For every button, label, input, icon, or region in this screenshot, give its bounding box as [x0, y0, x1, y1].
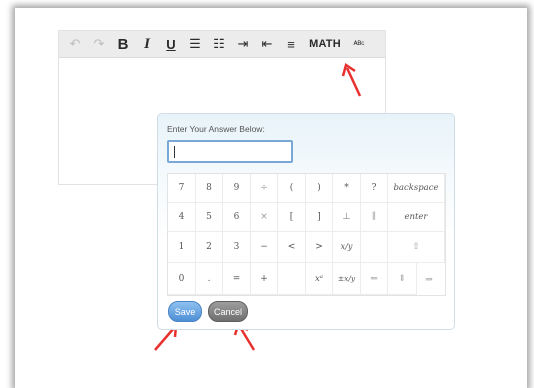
key-open-bracket[interactable]: [ [278, 203, 306, 232]
fraction-glyph: x/y [340, 242, 353, 251]
math-keypad: 7 8 9 ÷ ( ) * ? backspace 4 5 6 × [ ] ⊥ … [167, 173, 446, 296]
key-7[interactable]: 7 [168, 174, 196, 203]
bulleted-list-icon[interactable]: ☰ [183, 31, 207, 57]
redo-icon[interactable]: ↷ [87, 31, 111, 57]
save-button[interactable]: Save [168, 301, 202, 322]
key-3[interactable]: 3 [223, 232, 251, 263]
math-button[interactable]: MATH [303, 31, 347, 57]
key-9[interactable]: 9 [223, 174, 251, 203]
key-empty [278, 263, 306, 295]
key-0[interactable]: 0 [168, 263, 196, 295]
key-enter[interactable]: enter [388, 203, 445, 232]
key-fraction[interactable]: x/y [333, 232, 361, 263]
key-2[interactable]: 2 [196, 232, 223, 263]
key-parallel[interactable]: ∥ [361, 203, 388, 232]
key-exponent[interactable]: xᵃ [306, 263, 333, 295]
key-minus[interactable]: − [251, 232, 278, 263]
undo-icon[interactable]: ↶ [63, 31, 87, 57]
key-8[interactable]: 8 [196, 174, 223, 203]
key-close-paren[interactable]: ) [306, 174, 333, 203]
key-6[interactable]: 6 [223, 203, 251, 232]
key-greater-than[interactable]: > [306, 232, 333, 263]
annotation-arrow-math [341, 62, 362, 97]
shift-up-icon[interactable]: ⇧ [388, 232, 445, 263]
key-close-bracket[interactable]: ] [306, 203, 333, 232]
italic-icon[interactable]: I [135, 31, 159, 57]
answer-prompt-label: Enter Your Answer Below: [167, 124, 265, 134]
key-5[interactable]: 5 [196, 203, 223, 232]
key-open-paren[interactable]: ( [278, 174, 306, 203]
bold-icon[interactable]: B [111, 31, 135, 57]
math-answer-dialog: Enter Your Answer Below: 7 8 9 ÷ ( ) * ?… [157, 113, 455, 330]
key-empty [361, 232, 388, 263]
cancel-button[interactable]: Cancel [208, 301, 248, 322]
key-plus[interactable]: + [251, 263, 278, 295]
key-question[interactable]: ? [361, 174, 388, 203]
key-backspace[interactable]: backspace [388, 174, 445, 203]
arrow-up-down-icon[interactable]: ⇕ [388, 263, 417, 295]
indent-icon[interactable]: ⇥ [231, 31, 255, 57]
key-4[interactable]: 4 [168, 203, 196, 232]
key-perpendicular[interactable]: ⊥ [333, 203, 361, 232]
outdent-icon[interactable]: ⇤ [255, 31, 279, 57]
editor-toolbar: ↶ ↷ B I U ☰ ☷ ⇥ ⇤ ≡ MATH ᴬᴮᶜ [59, 31, 385, 58]
answer-input[interactable] [167, 140, 293, 163]
key-decimal[interactable]: . [196, 263, 223, 295]
numbered-list-icon[interactable]: ☷ [207, 31, 231, 57]
align-icon[interactable]: ≡ [279, 31, 303, 57]
spellcheck-icon[interactable]: ᴬᴮᶜ [347, 31, 371, 57]
underline-icon[interactable]: U [159, 31, 183, 57]
key-1[interactable]: 1 [168, 232, 196, 263]
text-caret [174, 146, 175, 158]
key-divide[interactable]: ÷ [251, 174, 278, 203]
key-asterisk[interactable]: * [333, 174, 361, 203]
arrow-left-icon[interactable]: ⇐ [361, 263, 388, 295]
key-mixed-fraction[interactable]: ±x/y [333, 263, 361, 295]
key-less-than[interactable]: < [278, 232, 306, 263]
arrow-right-icon[interactable]: ⇒ [415, 264, 443, 295]
key-multiply[interactable]: × [251, 203, 278, 232]
key-equals[interactable]: = [223, 263, 251, 295]
